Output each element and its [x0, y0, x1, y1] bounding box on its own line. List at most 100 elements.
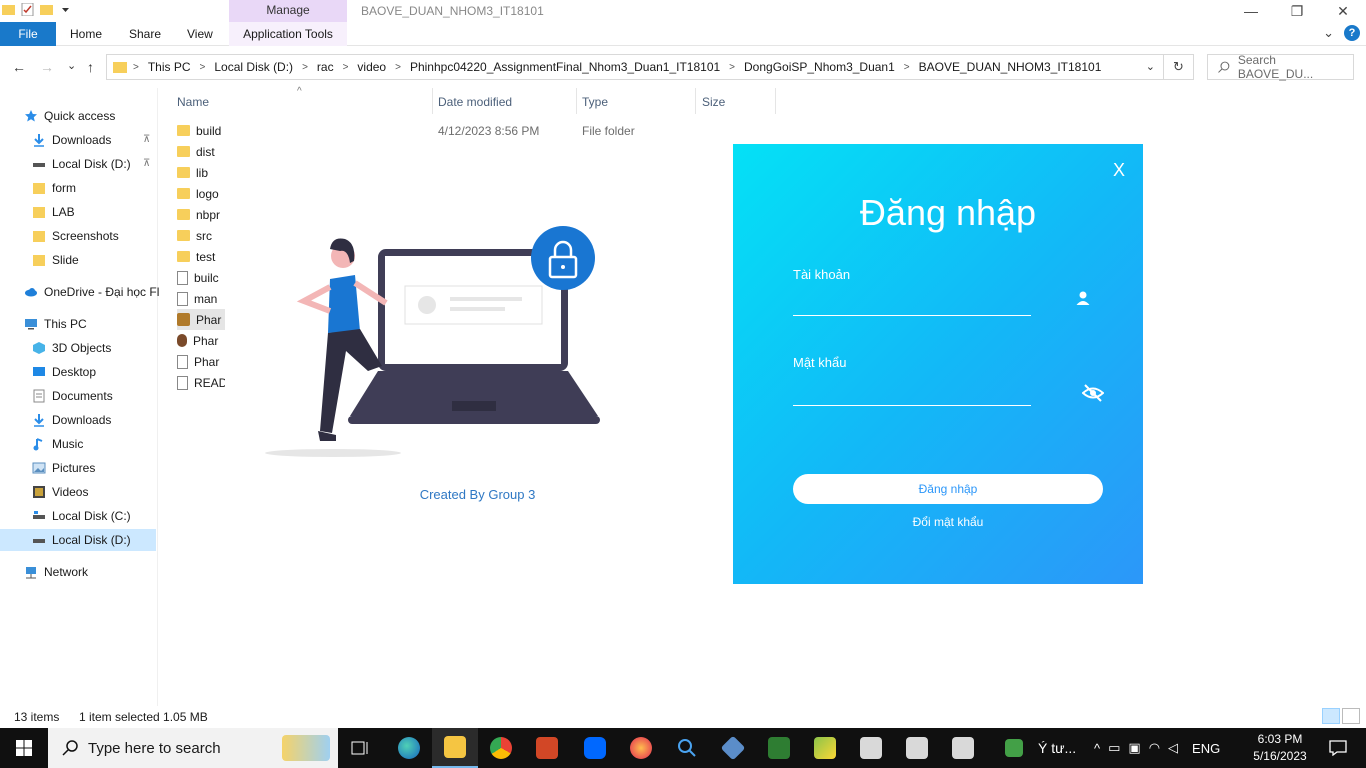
login-close-button[interactable]: X	[1113, 160, 1125, 181]
breadcrumb-baove[interactable]: BAOVE_DUAN_NHOM3_IT18101	[916, 60, 1105, 74]
forward-button[interactable]: →	[40, 59, 54, 75]
taskbar-edge[interactable]	[386, 728, 432, 768]
hide-password-icon[interactable]	[1082, 384, 1104, 402]
wifi-icon[interactable]: ◠	[1149, 740, 1160, 756]
close-button[interactable]: ✕	[1320, 0, 1366, 22]
taskbar-virtualbox[interactable]	[710, 728, 756, 768]
details-view-button[interactable]	[1322, 708, 1340, 724]
taskbar-java-2[interactable]	[894, 728, 940, 768]
breadcrumb-this-pc[interactable]: This PC	[145, 60, 194, 74]
taskbar-chrome[interactable]	[478, 728, 524, 768]
nav-item-desktop[interactable]: Desktop	[32, 361, 96, 383]
file-row-src[interactable]: src	[177, 225, 225, 246]
file-row-build-xml[interactable]: builc	[177, 267, 225, 288]
file-row-test[interactable]: test	[177, 246, 225, 267]
tab-home[interactable]: Home	[70, 22, 102, 46]
folder-icon[interactable]	[2, 3, 15, 16]
battery-icon[interactable]: ▭	[1108, 740, 1120, 756]
clock[interactable]: 6:03 PM 5/16/2023	[1250, 731, 1310, 765]
nav-item-local-disk-d[interactable]: Local Disk (D:)	[0, 529, 156, 551]
column-divider[interactable]	[775, 88, 776, 114]
nav-item-slide[interactable]: Slide	[32, 249, 79, 271]
taskbar-running-app[interactable]	[994, 728, 1034, 768]
file-row-build[interactable]: build	[177, 120, 437, 141]
taskbar-firefox[interactable]	[618, 728, 664, 768]
tab-share[interactable]: Share	[129, 22, 161, 46]
volume-icon[interactable]: ◁	[1168, 740, 1178, 756]
maximize-button[interactable]: ❐	[1274, 0, 1320, 22]
nav-item-documents[interactable]: Documents	[32, 385, 113, 407]
column-header-date[interactable]: Date modified	[438, 95, 512, 109]
change-password-link[interactable]: Đổi mật khẩu	[793, 515, 1103, 529]
file-row-nbproject[interactable]: nbpr	[177, 204, 225, 225]
nav-item-local-disk-d-pinned[interactable]: Local Disk (D:)	[32, 153, 131, 175]
tab-file[interactable]: File	[0, 22, 56, 46]
nav-item-pictures[interactable]: Pictures	[32, 457, 95, 479]
taskbar-running-label[interactable]: Ý tư...	[1038, 740, 1076, 756]
nav-item-downloads[interactable]: Downloads	[32, 129, 111, 151]
nav-item-quick-access[interactable]: Quick access	[24, 105, 115, 127]
breadcrumb-donggoisp[interactable]: DongGoiSP_Nhom3_Duan1	[741, 60, 898, 74]
search-input[interactable]: Search BAOVE_DU...	[1207, 53, 1354, 81]
help-icon[interactable]: ?	[1344, 25, 1360, 41]
properties-icon[interactable]	[21, 3, 34, 16]
language-indicator[interactable]: ENG	[1192, 741, 1220, 756]
breadcrumb-rac[interactable]: rac	[314, 60, 337, 74]
column-divider[interactable]	[695, 88, 696, 114]
nav-item-local-disk-c[interactable]: Local Disk (C:)	[32, 505, 131, 527]
tab-view[interactable]: View	[187, 22, 213, 46]
file-row-logo[interactable]: logo	[177, 183, 225, 204]
breadcrumb-video[interactable]: video	[354, 60, 389, 74]
address-bar[interactable]: > This PC > Local Disk (D:) > rac > vide…	[106, 54, 1164, 80]
nav-item-this-pc[interactable]: This PC	[24, 313, 87, 335]
taskbar-search-app[interactable]	[664, 728, 710, 768]
up-button[interactable]: ↑	[87, 59, 94, 75]
column-header-size[interactable]: Size	[702, 95, 725, 109]
recent-locations-button[interactable]: ⌄	[67, 59, 76, 72]
refresh-button[interactable]: ↻	[1164, 54, 1194, 80]
file-row-pharfile[interactable]: Phar	[177, 351, 225, 372]
customize-toolbar-icon[interactable]	[59, 3, 72, 16]
password-input[interactable]	[793, 382, 1031, 406]
column-header-type[interactable]: Type	[582, 95, 608, 109]
nav-item-onedrive[interactable]: OneDrive - Đại học Fl	[24, 281, 159, 303]
address-dropdown-button[interactable]: ⌄	[1146, 60, 1155, 73]
nav-item-network[interactable]: Network	[24, 561, 88, 583]
task-view-button[interactable]	[338, 728, 384, 768]
file-row-manifest[interactable]: man	[177, 288, 225, 309]
nav-item-lab[interactable]: LAB	[32, 201, 75, 223]
taskbar-file-explorer[interactable]	[432, 728, 478, 768]
file-row-readme[interactable]: READ	[177, 372, 225, 393]
nav-item-videos[interactable]: Videos	[32, 481, 88, 503]
taskbar-search-box[interactable]: Type here to search	[48, 728, 338, 768]
taskbar-project[interactable]	[756, 728, 802, 768]
nav-item-screenshots[interactable]: Screenshots	[32, 225, 119, 247]
meet-now-icon[interactable]: ▣	[1128, 740, 1140, 756]
start-button[interactable]	[0, 728, 48, 768]
new-folder-icon[interactable]	[40, 3, 53, 16]
large-icons-view-button[interactable]	[1342, 708, 1360, 724]
taskbar-tool[interactable]	[802, 728, 848, 768]
taskbar-java-3[interactable]	[940, 728, 986, 768]
back-button[interactable]: ←	[12, 59, 26, 75]
nav-item-form[interactable]: form	[32, 177, 76, 199]
username-input[interactable]	[793, 292, 1031, 316]
notification-button[interactable]	[1318, 728, 1358, 768]
file-row-selected[interactable]: Phar	[177, 309, 225, 330]
nav-item-3d-objects[interactable]: 3D Objects	[32, 337, 111, 359]
breadcrumb-local-disk-d[interactable]: Local Disk (D:)	[211, 60, 296, 74]
nav-item-downloads-pc[interactable]: Downloads	[32, 409, 111, 431]
taskbar-zalo[interactable]	[572, 728, 618, 768]
breadcrumb-assignment[interactable]: Phinhpc04220_AssignmentFinal_Nhom3_Duan1…	[407, 60, 723, 74]
file-row-dist[interactable]: dist	[177, 141, 225, 162]
login-button[interactable]: Đăng nhập	[793, 474, 1103, 504]
tab-application-tools[interactable]: Application Tools	[229, 22, 347, 46]
file-row-lib[interactable]: lib	[177, 162, 225, 183]
expand-ribbon-icon[interactable]: ⌄	[1323, 25, 1334, 41]
column-divider[interactable]	[576, 88, 577, 114]
file-row-jar[interactable]: Phar	[177, 330, 225, 351]
taskbar-java-1[interactable]	[848, 728, 894, 768]
taskbar-powerpoint[interactable]	[524, 728, 570, 768]
column-divider[interactable]	[432, 88, 433, 114]
tray-chevron-icon[interactable]: ^	[1094, 741, 1100, 756]
